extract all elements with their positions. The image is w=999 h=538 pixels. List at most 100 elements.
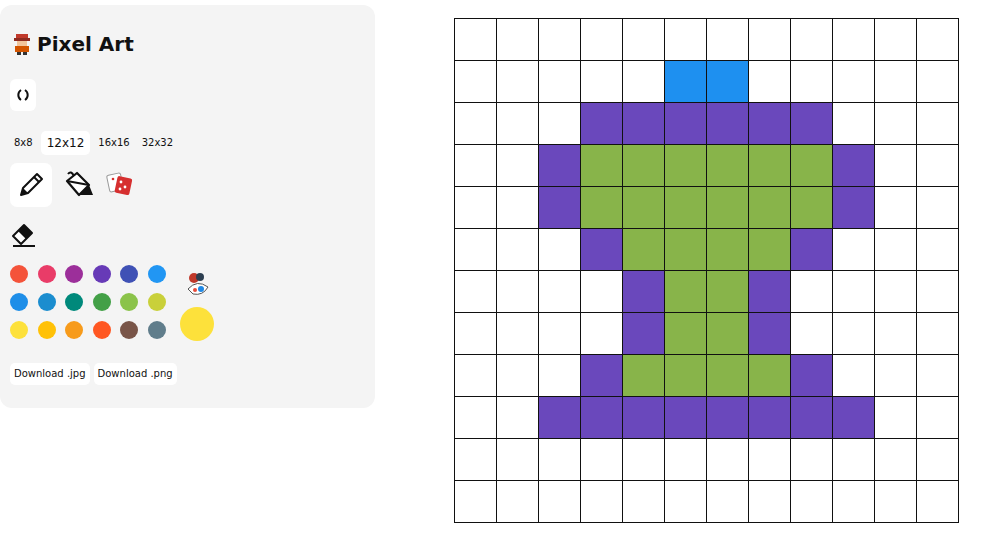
pixel-cell[interactable] [707, 19, 749, 61]
pixel-cell[interactable] [875, 271, 917, 313]
pixel-cell[interactable] [497, 103, 539, 145]
color-swatch[interactable] [65, 293, 83, 311]
pixel-cell[interactable] [833, 229, 875, 271]
pixel-cell[interactable] [791, 103, 833, 145]
color-swatch[interactable] [148, 321, 166, 339]
download-button[interactable]: Download .jpg [10, 363, 90, 385]
pixel-cell[interactable] [917, 439, 959, 481]
pixel-cell[interactable] [749, 271, 791, 313]
pixel-cell[interactable] [539, 229, 581, 271]
pixel-cell[interactable] [455, 229, 497, 271]
size-button[interactable]: 12x12 [41, 131, 91, 155]
pixel-cell[interactable] [539, 439, 581, 481]
pixel-cell[interactable] [623, 145, 665, 187]
pixel-cell[interactable] [539, 187, 581, 229]
pixel-cell[interactable] [665, 145, 707, 187]
size-button[interactable]: 32x32 [138, 133, 177, 153]
pixel-cell[interactable] [455, 313, 497, 355]
color-swatch[interactable] [93, 293, 111, 311]
pixel-cell[interactable] [455, 439, 497, 481]
color-swatch[interactable] [65, 321, 83, 339]
pixel-cell[interactable] [917, 61, 959, 103]
pixel-cell[interactable] [833, 397, 875, 439]
pixel-cell[interactable] [749, 313, 791, 355]
pixel-cell[interactable] [875, 397, 917, 439]
pixel-cell[interactable] [665, 355, 707, 397]
pixel-cell[interactable] [665, 481, 707, 523]
pixel-cell[interactable] [539, 61, 581, 103]
pixel-cell[interactable] [707, 481, 749, 523]
pixel-cell[interactable] [707, 355, 749, 397]
size-button[interactable]: 8x8 [10, 133, 37, 153]
bucket-tool[interactable] [58, 163, 100, 207]
pixel-cell[interactable] [875, 355, 917, 397]
pixel-cell[interactable] [875, 19, 917, 61]
pixel-cell[interactable] [581, 187, 623, 229]
pixel-cell[interactable] [791, 145, 833, 187]
pixel-cell[interactable] [539, 145, 581, 187]
pixel-cell[interactable] [497, 229, 539, 271]
pixel-cell[interactable] [623, 481, 665, 523]
pixel-cell[interactable] [833, 481, 875, 523]
pixel-cell[interactable] [875, 145, 917, 187]
color-swatch[interactable] [120, 321, 138, 339]
color-swatch[interactable] [93, 265, 111, 283]
pixel-cell[interactable] [455, 187, 497, 229]
pixel-cell[interactable] [497, 61, 539, 103]
color-swatch[interactable] [120, 265, 138, 283]
pixel-cell[interactable] [623, 271, 665, 313]
pixel-cell[interactable] [665, 229, 707, 271]
pixel-cell[interactable] [749, 229, 791, 271]
color-swatch[interactable] [38, 321, 56, 339]
pixel-cell[interactable] [917, 103, 959, 145]
pixel-cell[interactable] [581, 313, 623, 355]
color-swatch[interactable] [120, 293, 138, 311]
pixel-cell[interactable] [497, 481, 539, 523]
color-swatch[interactable] [38, 293, 56, 311]
pixel-cell[interactable] [749, 145, 791, 187]
pixel-cell[interactable] [917, 187, 959, 229]
download-button[interactable]: Download .png [94, 363, 177, 385]
color-swatch[interactable] [148, 265, 166, 283]
pixel-cell[interactable] [455, 103, 497, 145]
pixel-cell[interactable] [791, 19, 833, 61]
pixel-cell[interactable] [875, 61, 917, 103]
pixel-cell[interactable] [917, 313, 959, 355]
pixel-cell[interactable] [791, 271, 833, 313]
pixel-cell[interactable] [917, 271, 959, 313]
eraser-tool[interactable] [10, 213, 40, 257]
color-swatch[interactable] [38, 265, 56, 283]
pixel-cell[interactable] [833, 187, 875, 229]
pixel-cell[interactable] [581, 397, 623, 439]
pixel-cell[interactable] [581, 439, 623, 481]
pixel-cell[interactable] [833, 271, 875, 313]
color-swatch[interactable] [93, 321, 111, 339]
pixel-cell[interactable] [455, 145, 497, 187]
pixel-cell[interactable] [581, 19, 623, 61]
pixel-cell[interactable] [623, 397, 665, 439]
pixel-cell[interactable] [497, 145, 539, 187]
pixel-cell[interactable] [749, 439, 791, 481]
pixel-cell[interactable] [455, 271, 497, 313]
color-swatch[interactable] [10, 265, 28, 283]
dice-tool[interactable] [106, 163, 136, 207]
pixel-cell[interactable] [791, 397, 833, 439]
pixel-cell[interactable] [623, 19, 665, 61]
pixel-cell[interactable] [833, 145, 875, 187]
pixel-cell[interactable] [665, 19, 707, 61]
pixel-cell[interactable] [833, 19, 875, 61]
pixel-cell[interactable] [497, 313, 539, 355]
pixel-cell[interactable] [455, 397, 497, 439]
pixel-cell[interactable] [707, 61, 749, 103]
pixel-cell[interactable] [875, 103, 917, 145]
pixel-cell[interactable] [707, 145, 749, 187]
pixel-cell[interactable] [791, 229, 833, 271]
pixel-cell[interactable] [581, 481, 623, 523]
pixel-cell[interactable] [791, 481, 833, 523]
pixel-cell[interactable] [539, 397, 581, 439]
pixel-cell[interactable] [581, 271, 623, 313]
pixel-cell[interactable] [623, 187, 665, 229]
color-swatch[interactable] [10, 321, 28, 339]
pixel-cell[interactable] [455, 481, 497, 523]
pixel-cell[interactable] [833, 61, 875, 103]
